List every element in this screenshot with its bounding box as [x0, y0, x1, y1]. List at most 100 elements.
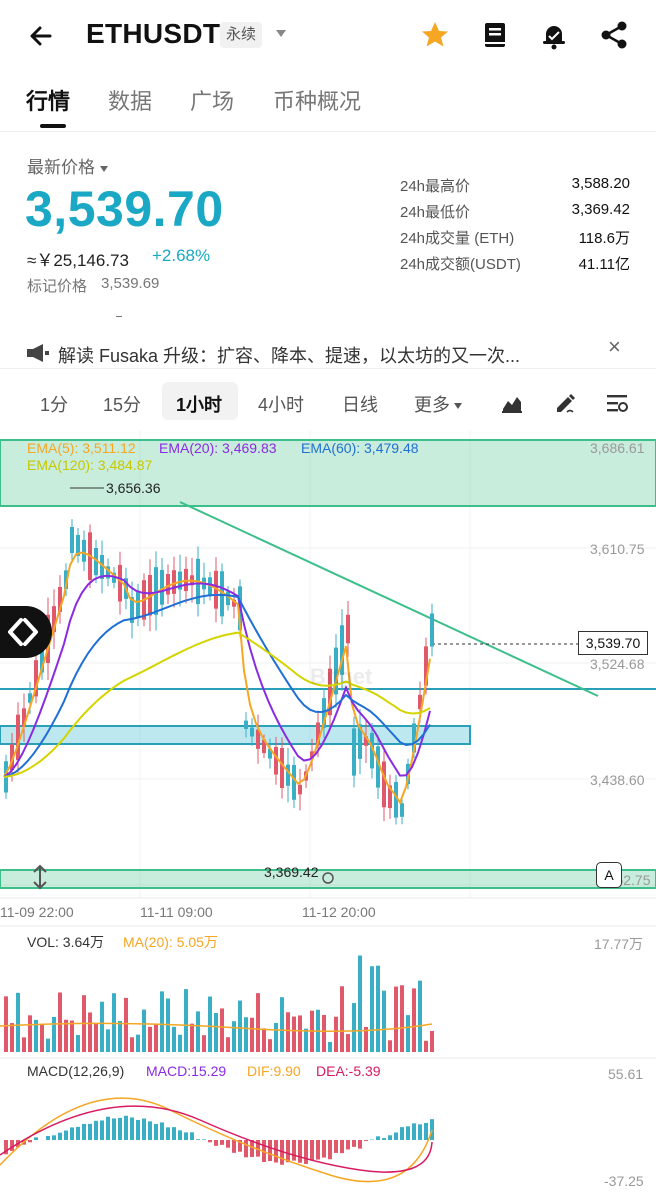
indicator-settings-icon[interactable]: [605, 391, 629, 415]
ema20-legend: EMA(20): 3,469.83: [159, 440, 277, 456]
bell-icon[interactable]: [537, 18, 571, 52]
mark-price-label: 标记价格: [27, 278, 88, 295]
macd-bar: [154, 1123, 158, 1140]
macd-bar: [82, 1123, 86, 1140]
cny-equivalent: ≈￥25,146.73: [27, 251, 129, 270]
tab-market[interactable]: 行情: [26, 84, 70, 116]
volume-bar: [142, 1009, 146, 1052]
volume-bar: [118, 1020, 122, 1052]
volume-bar: [130, 1037, 134, 1052]
tab-coin-overview[interactable]: 币种概况: [273, 84, 361, 116]
macd-bar: [376, 1136, 380, 1140]
y-axis-label: 3,438.60: [590, 772, 645, 788]
volume-bar: [220, 1008, 224, 1052]
timeframe-15m[interactable]: 15分: [103, 391, 141, 417]
macd-bar: [112, 1118, 116, 1140]
macd-bar: [340, 1140, 344, 1154]
macd-bar: [226, 1140, 230, 1148]
chart-canvas[interactable]: [0, 430, 656, 1199]
macd-bar: [232, 1140, 236, 1153]
volume-bar: [262, 1028, 266, 1052]
macd-bar: [274, 1140, 278, 1163]
timeframe-4h[interactable]: 4小时: [258, 391, 304, 417]
tab-data[interactable]: 数据: [108, 84, 152, 116]
volume-bar: [394, 986, 398, 1052]
timeframe-more[interactable]: 更多: [414, 391, 462, 417]
stat-high-label: 24h最高价: [400, 178, 471, 195]
x-axis-label: 11-11 09:00: [140, 904, 213, 920]
macd-bar: [310, 1140, 314, 1161]
timeframe-1h[interactable]: 1小时: [176, 391, 222, 417]
macd-bar: [70, 1127, 74, 1140]
dif-value: DIF:9.90: [247, 1063, 301, 1079]
volume-bar: [208, 996, 212, 1052]
news-headline[interactable]: 解读 Fusaka 升级：扩容、降本、提速，以太坊的又一次...: [58, 342, 520, 368]
macd-bar: [94, 1120, 98, 1140]
volume-bar: [148, 1026, 152, 1052]
timeframe-1d[interactable]: 日线: [342, 391, 378, 417]
toggle-drawer-button[interactable]: [0, 606, 52, 658]
draw-pen-icon[interactable]: [553, 391, 577, 415]
volume-bar: [190, 1023, 194, 1052]
arrow-left-icon[interactable]: [24, 18, 60, 54]
last-price: 3,539.70: [25, 181, 224, 237]
top-bar: ETHUSDT 永续: [0, 0, 656, 70]
stat-low-label: 24h最低价: [400, 204, 471, 221]
macd-bar: [346, 1140, 350, 1150]
candle-body: [286, 764, 290, 786]
price-summary: 最新价格 3,539.70 ≈￥25,146.73 +2.68% 标记价格 3,…: [0, 140, 656, 330]
macd-bar: [172, 1127, 176, 1140]
latest-price-selector[interactable]: 最新价格: [27, 153, 108, 178]
macd-bar: [202, 1139, 206, 1140]
volume-bar: [64, 1019, 68, 1052]
macd-bar: [298, 1140, 302, 1163]
candle-body: [352, 728, 356, 776]
volume-bar: [244, 1017, 248, 1052]
macd-bar: [328, 1140, 332, 1160]
macd-bar: [118, 1117, 122, 1140]
kline-chart[interactable]: Bitget EMA(5): 3,511.12 EMA(20): 3,469.8…: [0, 430, 656, 1199]
candle-body: [400, 803, 404, 817]
chevron-down-icon[interactable]: [276, 30, 286, 37]
volume-bar: [202, 1035, 206, 1052]
volume-bar: [226, 1037, 230, 1052]
ema60-legend: EMA(60): 3,479.48: [301, 440, 419, 456]
macd-value: MACD:15.29: [146, 1063, 227, 1079]
macd-bar: [286, 1140, 290, 1163]
auto-scale-button[interactable]: A: [596, 862, 622, 888]
macd-bar: [190, 1132, 194, 1140]
macd-bar: [46, 1136, 50, 1140]
stat-volume-value: 118.6万: [578, 230, 630, 247]
volume-bar: [52, 1016, 56, 1052]
macd-top-label: 55.61: [608, 1066, 644, 1082]
volume-bar: [112, 993, 116, 1052]
stat-turnover-value: 41.11亿: [578, 256, 630, 273]
tab-square[interactable]: 广场: [190, 84, 234, 116]
macd-bar: [178, 1130, 182, 1140]
star-icon[interactable]: [418, 18, 452, 52]
candle-body: [298, 784, 302, 795]
macd-bar: [214, 1140, 218, 1146]
volume-bar: [340, 986, 344, 1052]
timeframe-1m[interactable]: 1分: [40, 391, 68, 417]
volume-bar: [298, 1015, 302, 1052]
macd-bar: [388, 1135, 392, 1140]
volume-bar: [232, 1021, 236, 1052]
share-icon[interactable]: [597, 18, 631, 52]
volume-bar: [184, 989, 188, 1052]
macd-bar: [76, 1126, 80, 1140]
candle-body: [346, 614, 350, 644]
macd-bar: [382, 1138, 386, 1140]
main-tabs: 行情 数据 广场 币种概况: [0, 74, 656, 132]
book-icon[interactable]: [478, 18, 512, 52]
chart-type-icon[interactable]: [500, 391, 524, 415]
volume-bar: [100, 1001, 104, 1052]
volume-bar: [304, 1028, 308, 1052]
dea-value: DEA:-5.39: [316, 1063, 381, 1079]
close-icon[interactable]: ×: [608, 334, 621, 360]
volume-bar: [292, 1016, 296, 1052]
volume-bar: [328, 1041, 332, 1052]
volume-bar: [418, 980, 422, 1052]
symbol-title[interactable]: ETHUSDT: [86, 18, 220, 50]
x-axis-label: 11-09 22:00: [0, 904, 74, 920]
